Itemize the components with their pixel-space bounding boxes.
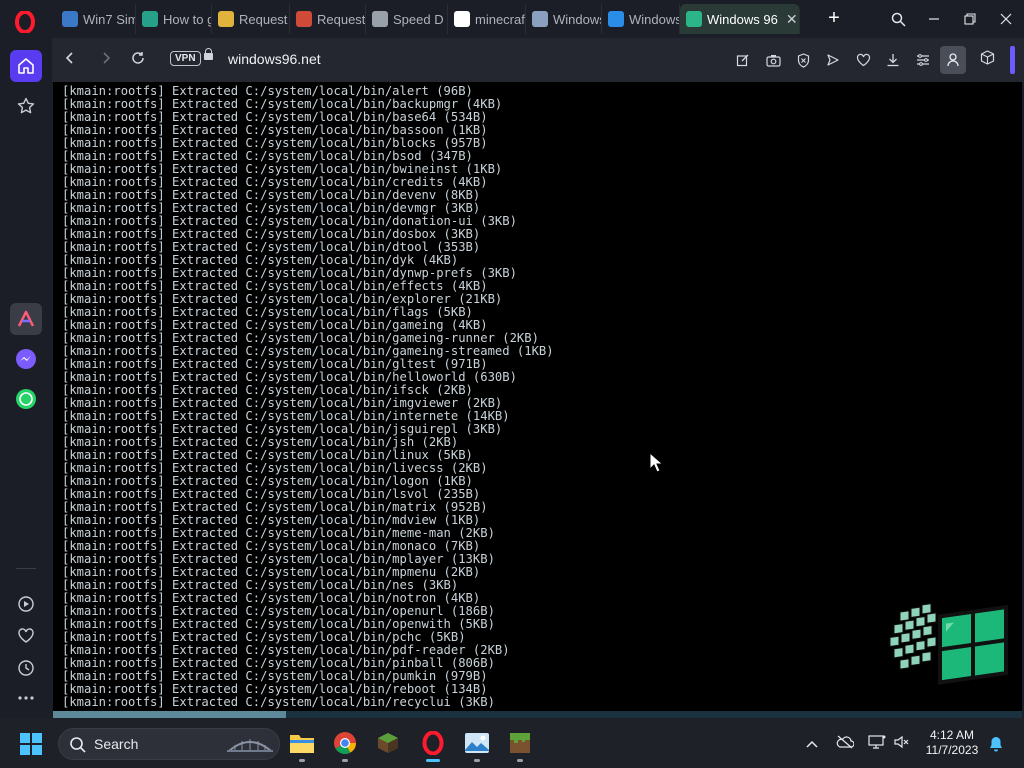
- new-tab-button[interactable]: +: [822, 7, 846, 31]
- tab-favicon-icon: [62, 11, 78, 27]
- tab-favicon-icon: [532, 11, 548, 27]
- aria-ai-icon[interactable]: [10, 303, 42, 335]
- scrollbar-thumb[interactable]: [53, 711, 286, 718]
- chevron-up-icon[interactable]: [806, 735, 818, 751]
- shield-icon[interactable]: [788, 46, 818, 74]
- windows-taskbar: Search 4:12 AM 11/7/2023: [0, 718, 1024, 768]
- windows96-logo-icon: [886, 592, 1014, 707]
- boot-log-terminal: [kmain:rootfs] Extracted C:/system/local…: [53, 82, 1022, 712]
- tab-label: Windows: [553, 11, 602, 27]
- sidebar-divider: [16, 568, 36, 569]
- clock-time: 4:12 AM: [929, 728, 975, 742]
- lock-icon[interactable]: [204, 48, 213, 60]
- horizontal-scrollbar[interactable]: [53, 711, 1022, 718]
- camera-icon[interactable]: [758, 46, 788, 74]
- terminal-output: [kmain:rootfs] Extracted C:/system/local…: [62, 82, 554, 709]
- file-explorer-icon[interactable]: [289, 730, 315, 756]
- home-icon[interactable]: [10, 50, 42, 82]
- forward-button[interactable]: [94, 48, 118, 72]
- browser-tab[interactable]: Win7 Sim: [56, 4, 136, 34]
- heart-icon[interactable]: [10, 620, 42, 652]
- url-field[interactable]: windows96.net: [228, 51, 321, 67]
- browser-sidebar: [0, 38, 52, 718]
- taskbar-clock[interactable]: 4:12 AM 11/7/2023: [916, 728, 988, 758]
- tab-label: Windows: [629, 11, 680, 27]
- mouse-cursor-icon: [649, 451, 664, 479]
- tab-label: minecraft: [475, 11, 526, 27]
- player-icon[interactable]: [10, 588, 42, 620]
- more-icon[interactable]: [10, 682, 42, 714]
- search-highlight-bridge-icon: [227, 739, 273, 752]
- edit-icon[interactable]: [728, 46, 758, 74]
- tab-list: Win7 Sim How to g Request Request Speed D min…: [56, 4, 800, 34]
- minecraft-icon[interactable]: [507, 730, 533, 756]
- favorite-heart-icon[interactable]: [848, 46, 878, 74]
- photos-app-icon[interactable]: [464, 730, 490, 756]
- network-icon[interactable]: [868, 735, 886, 752]
- browser-tab[interactable]: Request: [290, 4, 366, 34]
- opera-browser-icon[interactable]: [420, 730, 446, 756]
- start-button[interactable]: [20, 733, 42, 755]
- search-label: Search: [94, 736, 139, 752]
- send-icon[interactable]: [818, 46, 848, 74]
- back-button[interactable]: [58, 48, 82, 72]
- browser-tab[interactable]: Request: [212, 4, 290, 34]
- tab-favicon-icon: [686, 11, 702, 27]
- browser-tab[interactable]: How to g: [136, 4, 212, 34]
- browser-tab[interactable]: Windows: [602, 4, 680, 34]
- star-icon[interactable]: [10, 90, 42, 122]
- browser-tab[interactable]: Windows 96 ✕: [680, 4, 800, 34]
- search-tabs-icon[interactable]: [880, 0, 916, 38]
- taskbar-search-box[interactable]: Search: [58, 728, 280, 760]
- address-bar-row: VPN windows96.net: [52, 38, 1024, 82]
- download-icon[interactable]: [878, 46, 908, 74]
- clock-date: 11/7/2023: [925, 743, 979, 757]
- tab-label: Windows 96: [707, 11, 778, 27]
- browser-tab-strip: Win7 Sim How to g Request Request Speed D min…: [0, 0, 1024, 38]
- history-icon[interactable]: [10, 652, 42, 684]
- tab-favicon-icon: [372, 11, 388, 27]
- profile-icon[interactable]: [940, 46, 966, 74]
- vpn-badge[interactable]: VPN: [170, 51, 201, 66]
- tab-favicon-icon: [142, 11, 158, 27]
- notification-bell-icon[interactable]: [988, 736, 1004, 757]
- reload-button[interactable]: [126, 48, 150, 72]
- active-app-indicator: [426, 759, 440, 762]
- tab-label: Request: [317, 11, 366, 27]
- tab-label: Win7 Sim: [83, 11, 136, 27]
- extensions-icon[interactable]: [980, 50, 995, 69]
- browser-tab[interactable]: Speed D: [366, 4, 448, 34]
- running-indicator: [474, 759, 480, 762]
- minimize-button[interactable]: [916, 0, 952, 38]
- easy-setup-icon[interactable]: [908, 46, 938, 74]
- tab-label: Request: [239, 11, 288, 27]
- tab-favicon-icon: [296, 11, 312, 27]
- restore-button[interactable]: [952, 0, 988, 38]
- close-window-button[interactable]: [988, 0, 1024, 38]
- browser-tab[interactable]: Windows: [526, 4, 602, 34]
- tab-label: How to g: [163, 11, 212, 27]
- running-indicator: [517, 759, 523, 762]
- tab-favicon-icon: [608, 11, 624, 27]
- volume-muted-icon[interactable]: [894, 735, 910, 752]
- running-indicator: [342, 759, 348, 762]
- minecraft-launcher-icon[interactable]: [375, 730, 401, 756]
- chrome-icon[interactable]: [332, 730, 358, 756]
- tab-favicon-icon: [454, 11, 470, 27]
- whatsapp-icon[interactable]: [10, 383, 42, 415]
- tab-favicon-icon: [218, 11, 234, 27]
- messenger-icon[interactable]: [10, 343, 42, 375]
- tab-label: Speed D: [393, 11, 444, 27]
- opera-logo-icon[interactable]: [12, 9, 38, 35]
- sidebar-scroll-indicator: [1010, 46, 1015, 74]
- onedrive-offline-icon[interactable]: [836, 735, 855, 752]
- close-tab-icon[interactable]: ✕: [778, 11, 798, 28]
- terminal-line: [kmain:rootfs] Extracted C:/system/local…: [62, 695, 495, 709]
- running-indicator: [299, 759, 305, 762]
- browser-tab[interactable]: minecraft: [448, 4, 526, 34]
- search-icon: [70, 737, 86, 753]
